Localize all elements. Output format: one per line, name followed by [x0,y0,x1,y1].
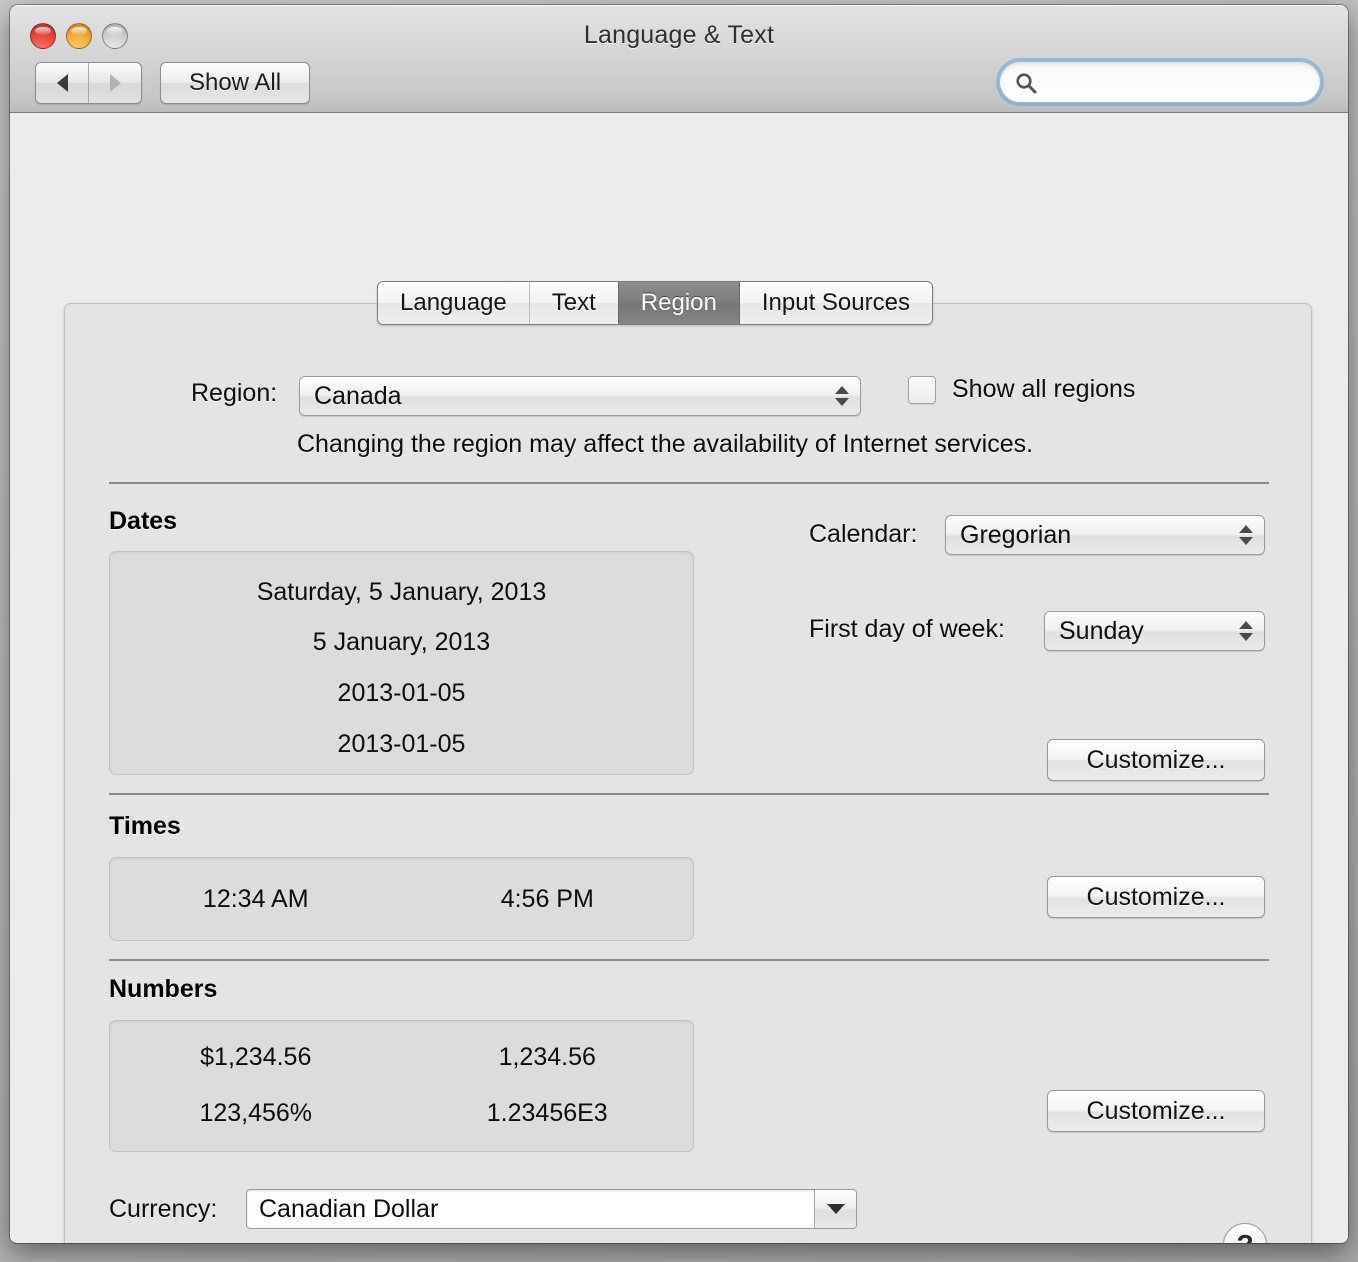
currency-combo-box[interactable]: Canadian Dollar [246,1189,857,1229]
separator-top [109,482,1269,484]
numbers-preview-currency: $1,234.56 [200,1043,312,1071]
region-label: Region: [191,379,278,407]
stepper-icon [1239,621,1253,641]
help-button[interactable]: ? [1223,1223,1267,1243]
calendar-popup-button[interactable]: Gregorian [945,515,1265,555]
title-bar: Language & Text Show All [10,5,1348,113]
currency-value[interactable]: Canadian Dollar [247,1195,814,1224]
times-preview-line-2: 4:56 PM [500,884,594,913]
dates-preview-box: Saturday, 5 January, 2013 5 January, 201… [109,551,694,775]
show-all-regions-checkbox[interactable] [908,375,936,404]
dates-preview-line-3: 2013-01-05 [337,679,466,707]
numbers-preview-decimal: 1,234.56 [498,1043,596,1071]
calendar-value: Gregorian [960,520,1072,549]
numbers-header: Numbers [109,975,218,1003]
dates-preview-line-1: Saturday, 5 January, 2013 [256,578,547,606]
show-all-button[interactable]: Show All [160,62,310,104]
dates-header: Dates [109,507,178,535]
separator-dates-times [109,793,1269,795]
chevron-down-icon[interactable] [814,1190,856,1228]
region-label-wrap: Region: [191,379,277,408]
search-container [999,61,1321,103]
numbers-preview-scientific: 1.23456E3 [486,1099,608,1127]
tab-language[interactable]: Language [378,282,529,324]
show-all-regions-label: Show all regions [952,375,1136,403]
separator-times-numbers [109,959,1269,961]
window-body: Language Text Region Input Sources Regio… [10,113,1348,1243]
back-button[interactable] [36,63,88,103]
times-header: Times [109,812,181,840]
forward-button[interactable] [88,63,141,103]
tab-bar: Language Text Region Input Sources [377,281,933,325]
tab-region[interactable]: Region [617,282,740,324]
dates-customize-button[interactable]: Customize... [1047,739,1265,781]
times-customize-button[interactable]: Customize... [1047,876,1265,918]
tab-input-sources[interactable]: Input Sources [739,282,932,324]
region-value: Canada [314,381,402,410]
search-input[interactable] [1046,62,1306,102]
tab-text[interactable]: Text [528,282,618,324]
preferences-window: Language & Text Show All Language Text R… [10,5,1348,1243]
numbers-customize-button[interactable]: Customize... [1047,1090,1265,1132]
search-icon [1014,71,1038,95]
chevron-right-icon [109,74,121,92]
times-preview-line-1: 12:34 AM [202,884,309,913]
first-day-of-week-label: First day of week: [809,615,1005,643]
dates-preview-line-2: 5 January, 2013 [312,628,491,656]
stepper-icon [835,386,849,406]
region-pane: Region: Canada Show all regions Changing… [64,303,1312,1243]
stepper-icon [1239,525,1253,545]
times-preview-box: 12:34 AM 4:56 PM [109,857,694,941]
numbers-preview-percent: 123,456% [199,1099,313,1127]
first-day-of-week-popup-button[interactable]: Sunday [1044,611,1265,651]
region-note: Changing the region may affect the avail… [297,430,1034,458]
navigation-segmented-control [35,62,142,104]
numbers-preview-box: $1,234.56 1,234.56 123,456% 1.23456E3 [109,1020,694,1152]
dates-preview-line-4: 2013-01-05 [337,730,466,758]
currency-label: Currency: [109,1195,218,1223]
first-day-of-week-value: Sunday [1059,616,1144,645]
calendar-label: Calendar: [809,520,918,548]
search-field[interactable] [999,61,1321,103]
window-title: Language & Text [583,21,775,49]
show-all-regions-row[interactable]: Show all regions [908,375,1135,404]
region-popup-button[interactable]: Canada [299,376,861,416]
chevron-left-icon [56,74,68,92]
